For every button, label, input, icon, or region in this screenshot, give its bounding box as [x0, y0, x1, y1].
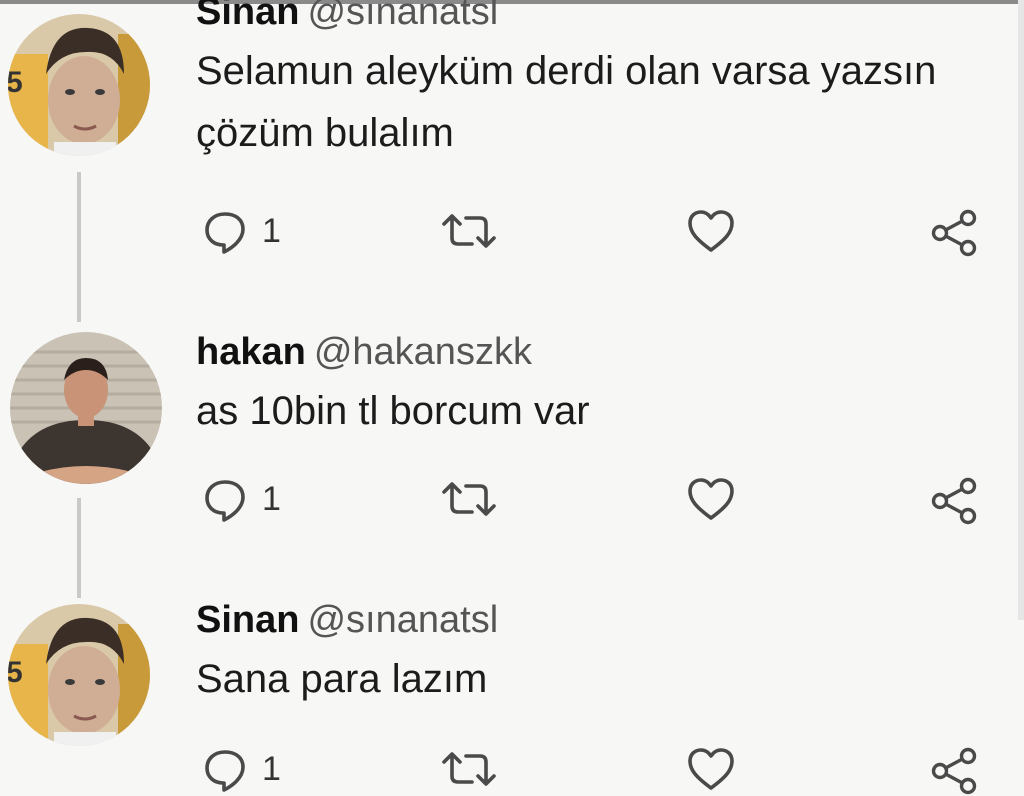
retweet-icon [442, 752, 496, 786]
thread-connector [77, 172, 81, 322]
heart-icon [688, 478, 734, 520]
retweet-icon [442, 482, 496, 516]
heart-icon [688, 210, 734, 252]
like-button[interactable] [686, 476, 736, 522]
tweet-text: Selamun aleyküm derdi olan varsa yazsın … [196, 49, 937, 155]
avatar[interactable]: 5 [8, 604, 150, 746]
tweet-header: hakan @hakanszkk [196, 330, 1024, 374]
reply-button[interactable]: 1 [202, 476, 281, 522]
share-icon [931, 747, 977, 795]
comment-icon [205, 212, 245, 254]
tweet-header: Sinan @sınanatsl [196, 598, 1024, 642]
user-handle[interactable]: @hakanszkk [314, 331, 532, 373]
display-name[interactable]: Sinan [196, 599, 299, 641]
tweet[interactable]: hakan @hakanszkk as 10bin tl borcum var [196, 330, 1024, 442]
svg-text:5: 5 [8, 656, 23, 689]
sinan-avatar-image: 5 [8, 14, 150, 156]
share-button[interactable] [928, 208, 980, 258]
comment-icon [205, 750, 245, 792]
share-button[interactable] [928, 746, 980, 796]
reply-count: 1 [262, 749, 281, 788]
retweet-button[interactable] [440, 746, 498, 792]
retweet-icon [442, 214, 496, 248]
tweet-actions: 1 [196, 476, 996, 526]
sinan-avatar-image: 5 [8, 604, 150, 746]
avatar[interactable] [10, 332, 162, 484]
avatar[interactable]: 5 [8, 14, 150, 156]
like-button[interactable] [686, 208, 736, 254]
share-icon [931, 209, 977, 257]
share-icon [931, 477, 977, 525]
display-name[interactable]: hakan [196, 331, 306, 373]
thread-connector [77, 498, 81, 598]
user-handle[interactable]: @sınanatsl [307, 0, 498, 33]
display-name[interactable]: Sinan [196, 0, 299, 33]
reply-count: 1 [262, 479, 281, 518]
tweet-actions: 1 [196, 208, 996, 258]
tweet[interactable]: Sinan @sınanatsl Sana para lazım [196, 598, 1024, 710]
retweet-button[interactable] [440, 208, 498, 254]
reply-button[interactable]: 1 [202, 746, 281, 792]
svg-text:5: 5 [8, 66, 23, 99]
tweet[interactable]: Sinan @sınanatsl Selamun aleyküm derdi ol… [196, 0, 1024, 164]
tweet-text: Sana para lazım [196, 657, 488, 701]
hakan-avatar-image [10, 332, 162, 484]
share-button[interactable] [928, 476, 980, 526]
reply-count: 1 [262, 211, 281, 250]
like-button[interactable] [686, 746, 736, 792]
retweet-button[interactable] [440, 476, 498, 522]
comment-icon [205, 480, 245, 522]
tweet-header: Sinan @sınanatsl [196, 0, 1024, 34]
reply-button[interactable]: 1 [202, 208, 281, 254]
heart-icon [688, 748, 734, 790]
tweet-actions: 1 [196, 746, 996, 796]
user-handle[interactable]: @sınanatsl [307, 599, 498, 641]
tweet-text: as 10bin tl borcum var [196, 389, 590, 433]
